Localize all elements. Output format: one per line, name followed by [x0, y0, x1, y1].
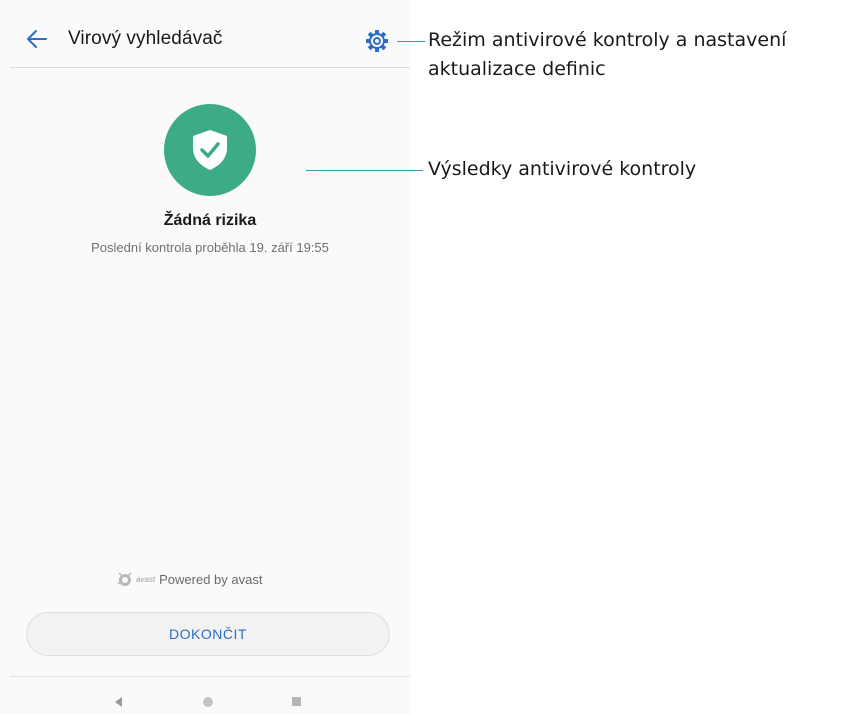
arrow-left-icon	[27, 30, 47, 48]
settings-annotation: Režim antivirové kontroly a nastavení ak…	[428, 26, 838, 84]
avast-brand-word: avast	[136, 574, 156, 584]
done-button[interactable]: DOKONČIT	[26, 612, 390, 656]
settings-button[interactable]	[364, 28, 390, 54]
triangle-back-icon[interactable]	[115, 697, 122, 707]
results-callout-line	[306, 170, 423, 171]
phone-screen: Virový vyhledávač Žádná rizika Poslední …	[0, 0, 410, 714]
powered-by-text: Powered by avast	[159, 571, 263, 587]
powered-by: avast Powered by avast	[116, 569, 262, 589]
app-bar: Virový vyhledávač	[0, 0, 410, 70]
nav-bar-divider	[10, 676, 410, 677]
square-recent-icon[interactable]	[292, 697, 301, 706]
status-title: Žádná rizika	[163, 212, 257, 229]
settings-callout-line	[397, 41, 425, 42]
settings-annotation-line1: Režim antivirové kontroly a nastavení	[428, 29, 787, 51]
page-title: Virový vyhledávač	[68, 28, 223, 49]
avast-logo-icon	[117, 572, 132, 586]
back-button[interactable]	[24, 26, 50, 52]
settings-annotation-line2: aktualizace definic	[428, 58, 606, 80]
scan-status-badge	[164, 104, 256, 196]
gear-icon	[366, 30, 388, 52]
last-scan-text: Poslední kontrola proběhla 19. září 19:5…	[91, 240, 329, 255]
circle-home-icon[interactable]	[203, 697, 213, 707]
app-bar-divider	[10, 67, 410, 68]
results-annotation: Výsledky antivirové kontroly	[428, 158, 697, 180]
shield-check-icon	[193, 130, 227, 170]
